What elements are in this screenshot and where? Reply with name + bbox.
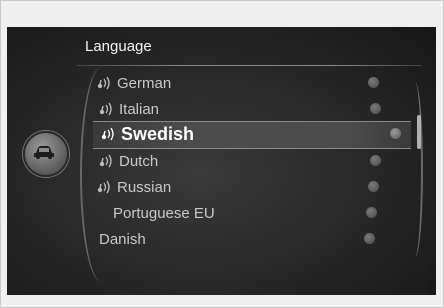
language-item[interactable]: Danish — [85, 227, 385, 253]
radio-indicator[interactable] — [368, 181, 379, 192]
radio-indicator[interactable] — [370, 103, 381, 114]
radio-indicator[interactable] — [368, 77, 379, 88]
voice-command-icon — [99, 154, 112, 168]
voice-command-icon — [101, 127, 114, 141]
language-label: Danish — [99, 231, 146, 248]
language-label: Dutch — [119, 153, 159, 170]
radio-indicator[interactable] — [366, 207, 377, 218]
scrollbar-track[interactable] — [407, 82, 423, 257]
radio-indicator[interactable] — [364, 233, 375, 244]
language-label: German — [117, 75, 172, 92]
image-code: G049104 — [419, 261, 428, 294]
language-item[interactable]: Italian — [91, 97, 391, 123]
language-item[interactable]: German — [89, 71, 389, 97]
radio-indicator[interactable] — [390, 128, 401, 139]
language-item[interactable]: Portuguese EU — [87, 201, 387, 227]
voice-command-icon — [97, 180, 110, 194]
language-label: Russian — [117, 179, 172, 196]
language-label: Italian — [119, 101, 160, 118]
display-screen: Language German Italian Swedish Dutch Russia… — [7, 27, 436, 295]
voice-command-icon — [97, 76, 110, 90]
radio-indicator[interactable] — [370, 155, 381, 166]
language-list: German Italian Swedish Dutch Russian Portugue… — [7, 27, 436, 295]
language-label: Portuguese EU — [113, 205, 215, 222]
language-item[interactable]: Dutch — [91, 149, 391, 175]
voice-command-icon — [99, 102, 112, 116]
language-item[interactable]: Russian — [89, 175, 389, 201]
language-label: Swedish — [121, 124, 195, 144]
scrollbar-thumb[interactable] — [417, 115, 421, 149]
language-item[interactable]: Swedish — [93, 121, 411, 149]
figure-frame: Language German Italian Swedish Dutch Russia… — [0, 0, 444, 308]
